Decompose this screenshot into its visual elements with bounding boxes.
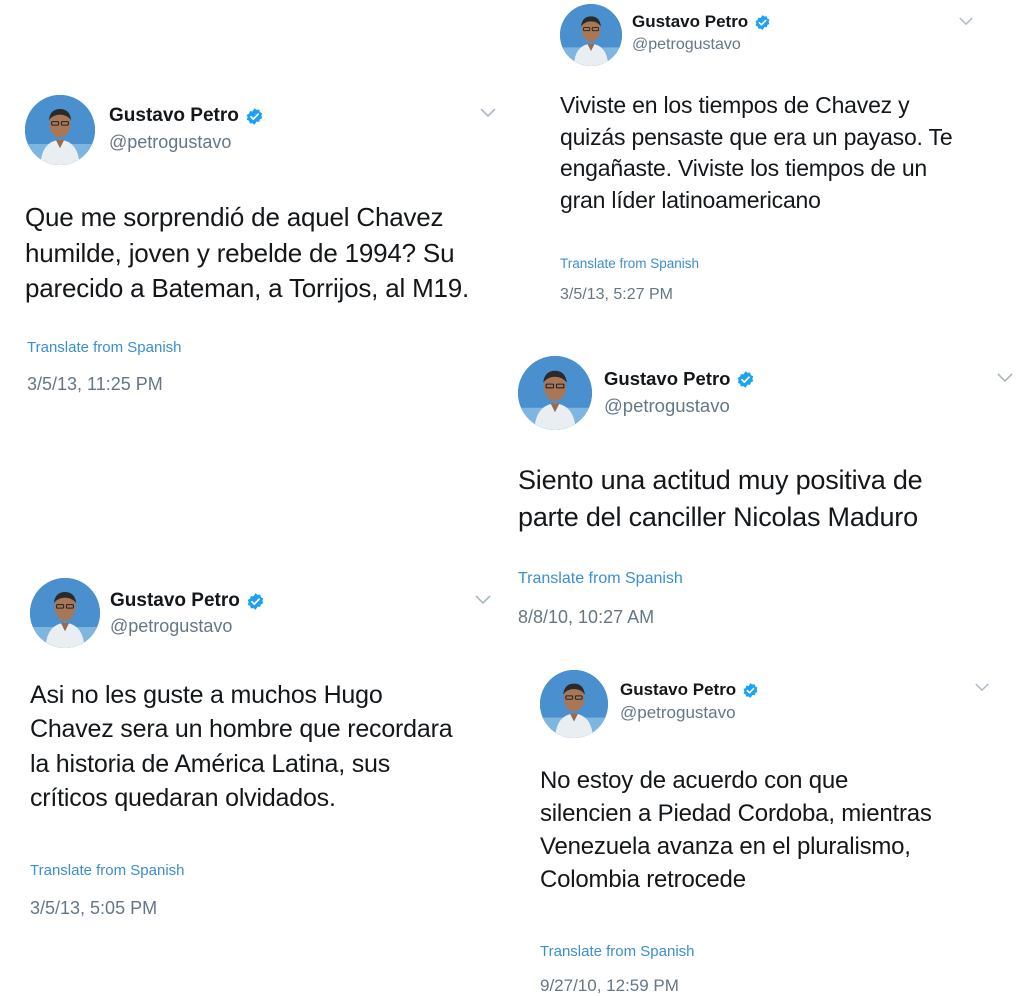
verified-badge-icon [742, 682, 759, 699]
translate-link[interactable]: Translate from Spanish [540, 943, 695, 960]
translate-link[interactable]: Translate from Spanish [560, 256, 699, 271]
avatar[interactable] [30, 578, 100, 648]
avatar[interactable] [518, 356, 592, 430]
username-handle[interactable]: @petrogustavo [604, 395, 730, 417]
timestamp[interactable]: 9/27/10, 12:59 PM [540, 976, 679, 996]
translate-link[interactable]: Translate from Spanish [27, 339, 182, 356]
tweet-text: Siento una actitud muy positiva de parte… [518, 465, 923, 532]
avatar-image [560, 4, 622, 66]
username-handle[interactable]: @petrogustavo [110, 616, 232, 637]
display-name[interactable]: Gustavo Petro [632, 12, 748, 32]
tweet-text: No estoy de acuerdo con que silencien a … [540, 767, 932, 893]
chevron-down-icon[interactable] [958, 16, 974, 27]
username-handle[interactable]: @petrogustavo [109, 132, 231, 153]
username-handle[interactable]: @petrogustavo [632, 36, 741, 54]
display-name[interactable]: Gustavo Petro [620, 680, 736, 700]
chevron-down-icon[interactable] [479, 107, 497, 119]
timestamp[interactable]: 3/5/13, 5:05 PM [30, 898, 157, 919]
avatar[interactable] [540, 670, 608, 738]
verified-badge-icon [754, 14, 771, 31]
verified-badge-icon [245, 107, 264, 126]
avatar-image [540, 670, 608, 738]
translate-link[interactable]: Translate from Spanish [518, 570, 683, 588]
display-name[interactable]: Gustavo Petro [109, 105, 239, 127]
avatar[interactable] [560, 4, 622, 66]
timestamp[interactable]: 3/5/13, 5:27 PM [560, 286, 673, 304]
display-name[interactable]: Gustavo Petro [110, 590, 240, 612]
tweet-text: Asi no les guste a muchos Hugo Chavez se… [30, 681, 453, 812]
chevron-down-icon[interactable] [474, 594, 492, 606]
tweet-text: Viviste en los tiempos de Chavez y quizá… [560, 92, 953, 213]
verified-badge-icon [246, 592, 265, 611]
translate-link[interactable]: Translate from Spanish [30, 862, 185, 879]
display-name[interactable]: Gustavo Petro [604, 368, 730, 390]
chevron-down-icon[interactable] [996, 372, 1014, 384]
timestamp[interactable]: 8/8/10, 10:27 AM [518, 607, 654, 628]
avatar[interactable] [25, 95, 95, 165]
avatar-image [25, 95, 95, 165]
avatar-image [30, 578, 100, 648]
timestamp[interactable]: 3/5/13, 11:25 PM [27, 374, 163, 395]
username-handle[interactable]: @petrogustavo [620, 703, 736, 723]
avatar-image [518, 356, 592, 430]
chevron-down-icon[interactable] [974, 682, 990, 693]
verified-badge-icon [736, 370, 755, 389]
tweet-text: Que me sorprendió de aquel Chavez humild… [25, 202, 470, 304]
